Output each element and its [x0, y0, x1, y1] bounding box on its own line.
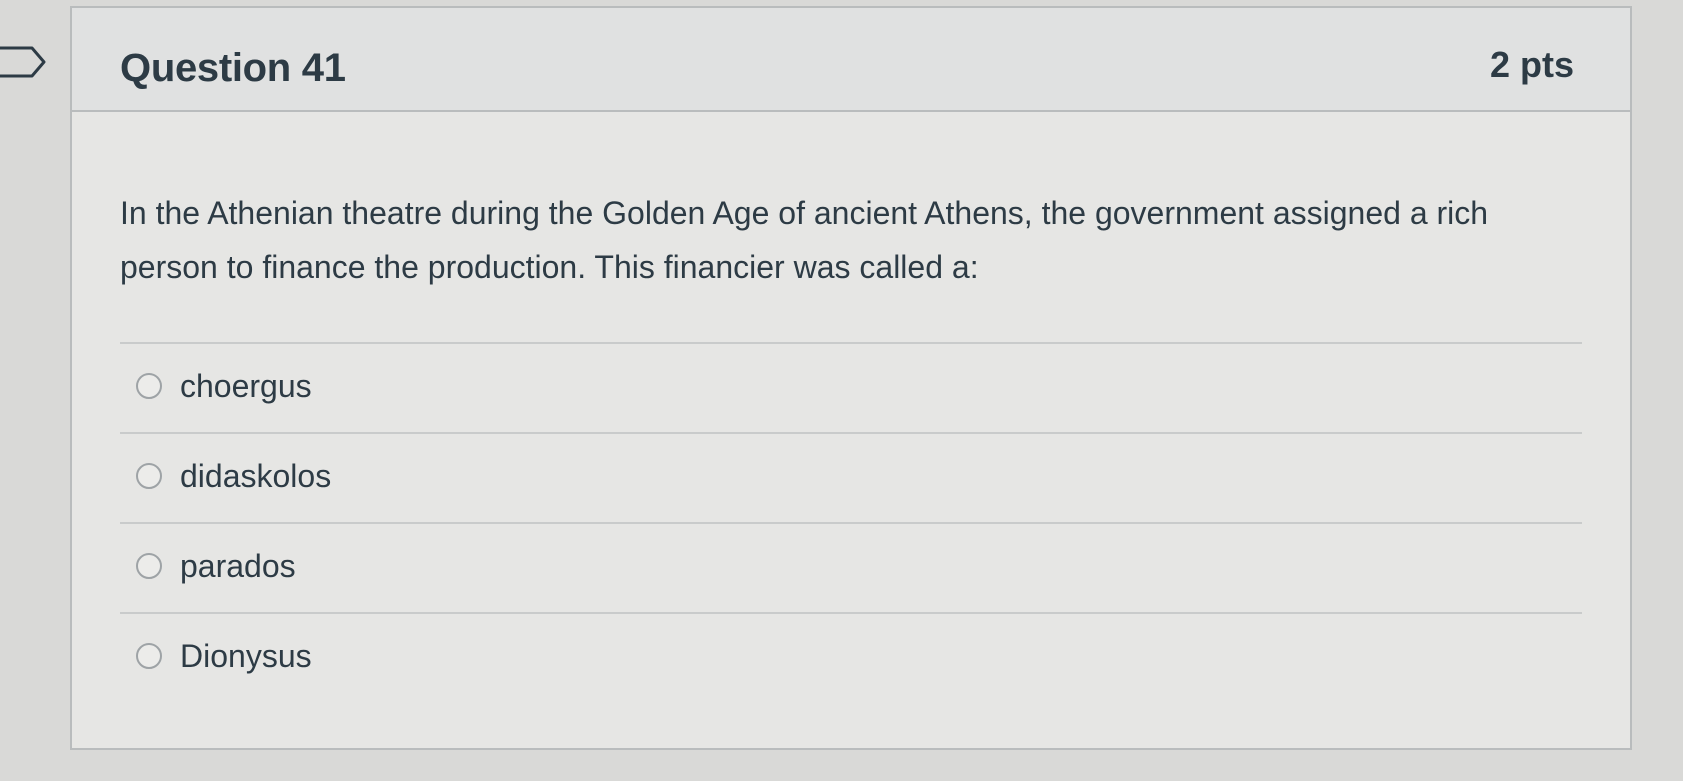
question-points: 2 pts	[1489, 44, 1574, 85]
radio-unchecked-icon[interactable]	[136, 373, 162, 399]
question-header: Question 41 2 pts	[72, 8, 1630, 112]
radio-unchecked-icon[interactable]	[136, 463, 162, 489]
answer-label[interactable]: Dionysus	[180, 638, 312, 675]
answer-label[interactable]: didaskolos	[180, 458, 331, 495]
answer-option[interactable]: choergus	[120, 344, 1582, 434]
answer-label[interactable]: choergus	[180, 368, 312, 405]
answer-option[interactable]: parados	[120, 524, 1582, 614]
answer-option[interactable]: Dionysus	[120, 614, 1582, 704]
radio-unchecked-icon[interactable]	[136, 553, 162, 579]
answer-list: choergus didaskolos parados Dionysus	[120, 342, 1582, 704]
question-card: Question 41 2 pts In the Athenian theatr…	[70, 6, 1632, 750]
question-text: In the Athenian theatre during the Golde…	[120, 195, 1489, 285]
flag-question-icon[interactable]	[0, 46, 46, 78]
radio-unchecked-icon[interactable]	[136, 643, 162, 669]
answer-option[interactable]: didaskolos	[120, 434, 1582, 524]
question-title: Question 41	[120, 46, 346, 90]
answer-label[interactable]: parados	[180, 548, 296, 585]
